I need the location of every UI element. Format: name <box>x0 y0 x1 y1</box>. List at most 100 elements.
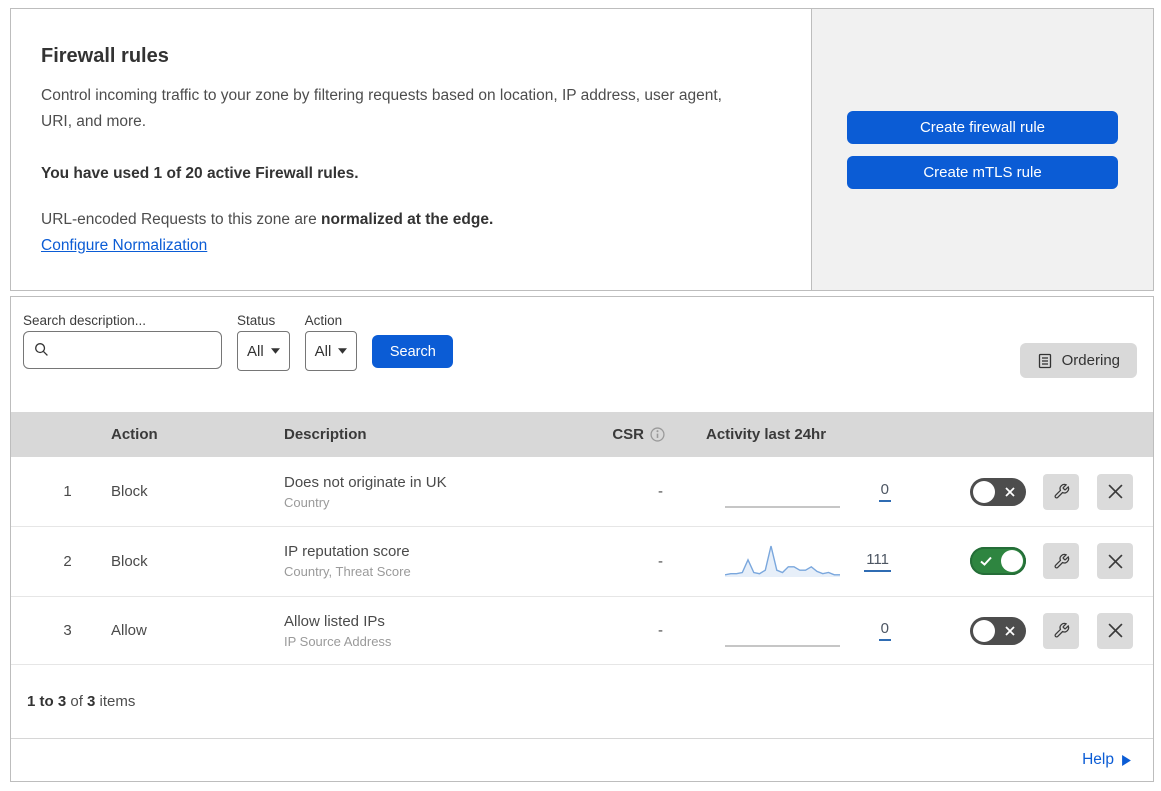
create-mtls-rule-button[interactable]: Create mTLS rule <box>847 155 1118 189</box>
table-header: Action Description CSR Activity last 24h… <box>11 411 1153 458</box>
column-header-csr: CSR <box>589 426 669 443</box>
rule-action: Block <box>111 483 148 501</box>
edit-rule-button[interactable] <box>1043 543 1079 580</box>
status-filter-value: All <box>247 342 264 360</box>
rule-description-cell: IP reputation score Country, Threat Scor… <box>279 543 589 579</box>
intro-section: Firewall rules Control incoming traffic … <box>11 9 811 290</box>
normalization-bold-text: normalized at the edge. <box>321 211 494 228</box>
search-box <box>23 331 222 369</box>
rule-csr-value: - <box>658 622 663 640</box>
of-text: of <box>66 693 88 711</box>
rule-enabled-toggle[interactable] <box>970 477 1026 506</box>
edit-rule-button[interactable] <box>1043 612 1079 649</box>
csr-header-label: CSR <box>612 425 644 443</box>
action-filter-value: All <box>314 342 332 360</box>
check-icon <box>980 557 992 567</box>
rule-match-fields: IP Source Address <box>284 633 392 649</box>
close-icon <box>1107 554 1123 569</box>
x-icon <box>1005 487 1015 497</box>
column-header-description: Description <box>284 425 367 443</box>
rule-priority: 1 <box>63 483 72 501</box>
rule-priority: 2 <box>63 552 72 570</box>
toggle-knob <box>973 480 995 503</box>
search-label: Search description... <box>23 312 147 328</box>
normalization-notice: URL-encoded Requests to this zone are no… <box>41 209 771 231</box>
rule-description: Allow listed IPs <box>284 612 385 630</box>
usage-notice: You have used 1 of 20 active Firewall ru… <box>41 165 359 182</box>
status-filter-group: Status All <box>237 309 290 371</box>
activity-count-link[interactable]: 0 <box>878 481 891 503</box>
rule-action: Allow <box>111 622 147 640</box>
delete-rule-button[interactable] <box>1097 473 1133 510</box>
rule-enabled-toggle[interactable] <box>970 547 1026 576</box>
actions-panel: Create firewall rule Create mTLS rule <box>811 9 1153 290</box>
chevron-down-icon <box>338 348 348 354</box>
list-document-icon <box>1038 353 1051 368</box>
search-group: Search description... <box>23 309 222 369</box>
wrench-icon <box>1054 622 1069 638</box>
page-title: Firewall rules <box>41 45 169 67</box>
close-icon <box>1107 484 1123 499</box>
rule-csr-value: - <box>658 552 663 570</box>
column-header-action: Action <box>111 425 158 443</box>
search-button[interactable]: Search <box>372 335 454 368</box>
ordering-button[interactable]: Ordering <box>1019 343 1137 378</box>
rule-activity-cell: 111 <box>669 542 919 580</box>
toggle-knob <box>1001 550 1023 573</box>
table-row: 2 Block IP reputation score Country, Thr… <box>11 527 1153 597</box>
close-icon <box>1107 623 1123 638</box>
table-row: 3 Allow Allow listed IPs IP Source Addre… <box>11 597 1153 666</box>
items-range: 1 to 3 <box>27 693 67 711</box>
delete-rule-button[interactable] <box>1097 543 1133 580</box>
rule-csr-value: - <box>658 483 663 501</box>
activity-sparkline <box>725 612 840 650</box>
rule-action: Block <box>111 552 148 570</box>
activity-sparkline <box>725 473 840 511</box>
rule-controls <box>919 473 1153 510</box>
help-label: Help <box>1082 751 1114 769</box>
firewall-rules-page: Firewall rules Control incoming traffic … <box>0 0 1161 791</box>
status-filter-select[interactable]: All <box>237 331 290 371</box>
search-input[interactable] <box>23 331 222 369</box>
column-header-activity: Activity last 24hr <box>706 425 827 443</box>
rule-controls <box>919 543 1153 580</box>
help-link[interactable]: Help <box>1082 751 1131 769</box>
firewall-rules-list-card: Search description... Status All Action … <box>10 296 1154 782</box>
items-text: items <box>95 693 136 711</box>
rule-controls <box>919 612 1153 649</box>
wrench-icon <box>1054 483 1069 499</box>
activity-sparkline <box>725 542 840 578</box>
pagination-summary: 1 to 3 of 3 items <box>11 665 1153 740</box>
rule-description-cell: Allow listed IPs IP Source Address <box>279 613 589 649</box>
page-description: Control incoming traffic to your zone by… <box>41 87 722 130</box>
filter-bar: Search description... Status All Action … <box>11 297 1153 412</box>
info-icon[interactable] <box>650 427 665 442</box>
chevron-down-icon <box>270 348 280 354</box>
rule-description-cell: Does not originate in UK Country <box>279 474 589 510</box>
normalization-text: URL-encoded Requests to this zone are <box>41 211 322 228</box>
edit-rule-button[interactable] <box>1043 473 1079 510</box>
rule-enabled-toggle[interactable] <box>970 616 1026 645</box>
x-icon <box>1005 625 1015 636</box>
rule-priority: 3 <box>63 622 72 640</box>
rule-description: Does not originate in UK <box>284 473 447 491</box>
ordering-button-label: Ordering <box>1061 352 1120 369</box>
status-filter-label: Status <box>237 312 276 328</box>
create-firewall-rule-button[interactable]: Create firewall rule <box>847 110 1118 144</box>
table-row: 1 Block Does not originate in UK Country… <box>11 457 1153 528</box>
rule-description: IP reputation score <box>284 543 410 561</box>
toggle-knob <box>973 619 995 642</box>
action-filter-select[interactable]: All <box>304 331 358 371</box>
firewall-overview-card: Firewall rules Control incoming traffic … <box>10 8 1154 291</box>
wrench-icon <box>1054 553 1069 569</box>
delete-rule-button[interactable] <box>1097 612 1133 649</box>
configure-normalization-link[interactable]: Configure Normalization <box>41 237 207 255</box>
rule-activity-cell: 0 <box>669 612 919 650</box>
rule-match-fields: Country <box>284 494 330 510</box>
rule-match-fields: Country, Threat Score <box>284 564 411 580</box>
activity-count-link[interactable]: 0 <box>878 620 891 642</box>
activity-count-link[interactable]: 111 <box>864 551 891 572</box>
rule-activity-cell: 0 <box>669 473 919 511</box>
help-bar: Help <box>11 739 1153 781</box>
search-icon <box>35 343 48 356</box>
